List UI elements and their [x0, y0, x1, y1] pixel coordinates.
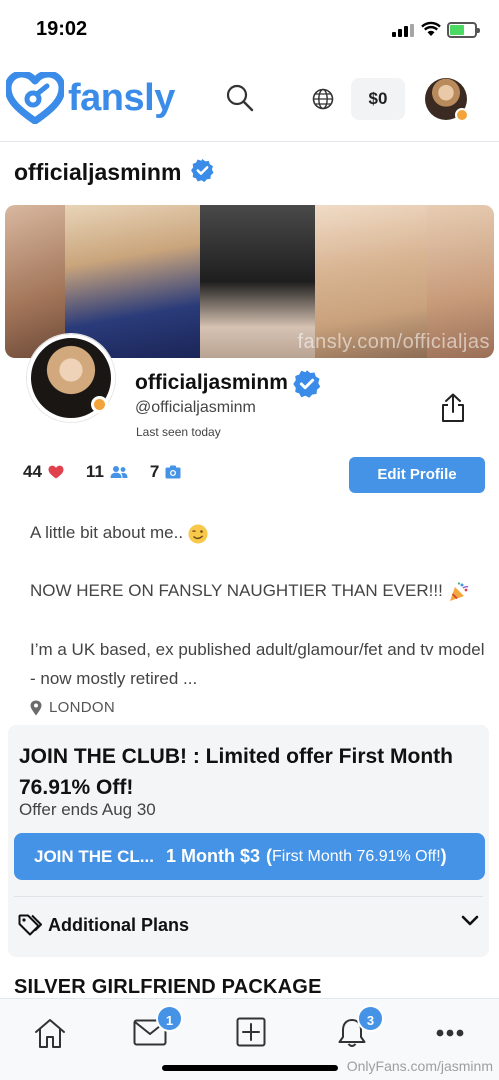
messages-tab[interactable]: 1 — [133, 1005, 183, 1047]
heart-logo-icon — [6, 72, 64, 124]
bio-text: A little bit about me.. — [30, 523, 188, 542]
messages-badge: 1 — [156, 1005, 183, 1032]
users-icon — [110, 466, 128, 478]
profile-stats: 44 11 7 — [23, 461, 203, 483]
additional-plans-label: Additional Plans — [48, 914, 190, 935]
likes-stat: 44 — [23, 462, 64, 482]
bio-line: I’m a UK based, ex published adult/glamo… — [30, 640, 485, 688]
wallet-balance-button[interactable]: $0 — [351, 78, 405, 120]
likes-count: 44 — [23, 462, 42, 481]
profile-location: LONDON — [30, 699, 115, 716]
status-bar: 19:02 — [0, 0, 499, 58]
divider — [14, 896, 483, 897]
subscribe-paren: ) — [440, 846, 447, 866]
account-avatar[interactable] — [425, 78, 469, 122]
edit-profile-button[interactable]: Edit Profile — [349, 457, 485, 493]
bio-line: NOW HERE ON FANSLY NAUGHTIER THAN EVER!!… — [30, 576, 485, 605]
more-options-icon[interactable] — [436, 1029, 464, 1037]
profile-avatar[interactable] — [27, 334, 115, 422]
banner-watermark: fansly.com/officialjas — [297, 331, 490, 353]
banner-photo — [5, 205, 65, 358]
media-count: 7 — [149, 462, 160, 481]
verified-badge-icon — [191, 159, 214, 182]
followers-stat: 11 — [86, 462, 128, 482]
additional-plans-toggle[interactable]: Additional Plans — [18, 911, 479, 939]
footer-watermark: OnlyFans.com/jasminm — [346, 1058, 493, 1074]
fansly-logo[interactable]: fansly — [6, 72, 175, 124]
camera-icon — [165, 465, 181, 479]
tag-icon — [18, 914, 42, 936]
logo-text: fansly — [68, 76, 175, 119]
heart-icon — [48, 465, 64, 479]
display-name: officialjasminm — [135, 371, 288, 394]
winking-face-emoji-icon — [188, 524, 208, 544]
share-icon[interactable] — [440, 393, 466, 423]
package-title: SILVER GIRLFRIEND PACKAGE — [14, 976, 322, 998]
last-seen-text: Last seen today — [136, 425, 221, 439]
banner-photo — [65, 205, 200, 358]
online-status-dot — [455, 108, 469, 122]
status-time: 19:02 — [36, 18, 88, 40]
verified-badge-icon — [293, 370, 321, 398]
party-popper-emoji-icon — [449, 581, 468, 601]
bio-text: NOW HERE ON FANSLY NAUGHTIER THAN EVER!!… — [30, 581, 448, 600]
top-navigation: fansly $0 — [0, 58, 499, 142]
subscribe-price: 1 Month $3 — [165, 846, 260, 866]
globe-icon[interactable] — [312, 88, 334, 110]
create-post-icon[interactable] — [236, 1017, 266, 1047]
map-pin-icon — [30, 700, 42, 715]
battery-icon — [447, 22, 480, 38]
subscribe-button[interactable]: JOIN THE CL... 1 Month $3 ( First Month … — [14, 833, 485, 880]
followers-count: 11 — [85, 462, 104, 481]
chevron-down-icon — [461, 915, 479, 926]
offer-title: JOIN THE CLUB! : Limited offer First Mon… — [19, 745, 453, 799]
subscription-offer-card: JOIN THE CLUB! : Limited offer First Mon… — [8, 725, 489, 957]
home-indicator — [162, 1065, 338, 1071]
profile-handle: @officialjasminm — [135, 399, 256, 416]
subscribe-tier-name: JOIN THE CL... — [34, 846, 154, 866]
notifications-badge: 3 — [357, 1005, 384, 1032]
bio-line: A little bit about me.. — [30, 518, 485, 547]
profile-header: officialjasminm — [0, 143, 499, 201]
online-status-dot — [91, 396, 108, 413]
search-icon[interactable] — [226, 84, 254, 112]
home-icon[interactable] — [33, 1017, 67, 1049]
location-text: LONDON — [49, 699, 115, 716]
notifications-tab[interactable]: 3 — [336, 1005, 384, 1049]
offer-expiry: Offer ends Aug 30 — [19, 800, 156, 819]
signal-icon — [392, 24, 414, 37]
wifi-icon — [421, 21, 441, 36]
media-stat: 7 — [150, 462, 181, 482]
subscribe-discount-note: First Month 76.91% Off! — [271, 847, 441, 865]
header-username: officialjasminm — [14, 159, 182, 185]
